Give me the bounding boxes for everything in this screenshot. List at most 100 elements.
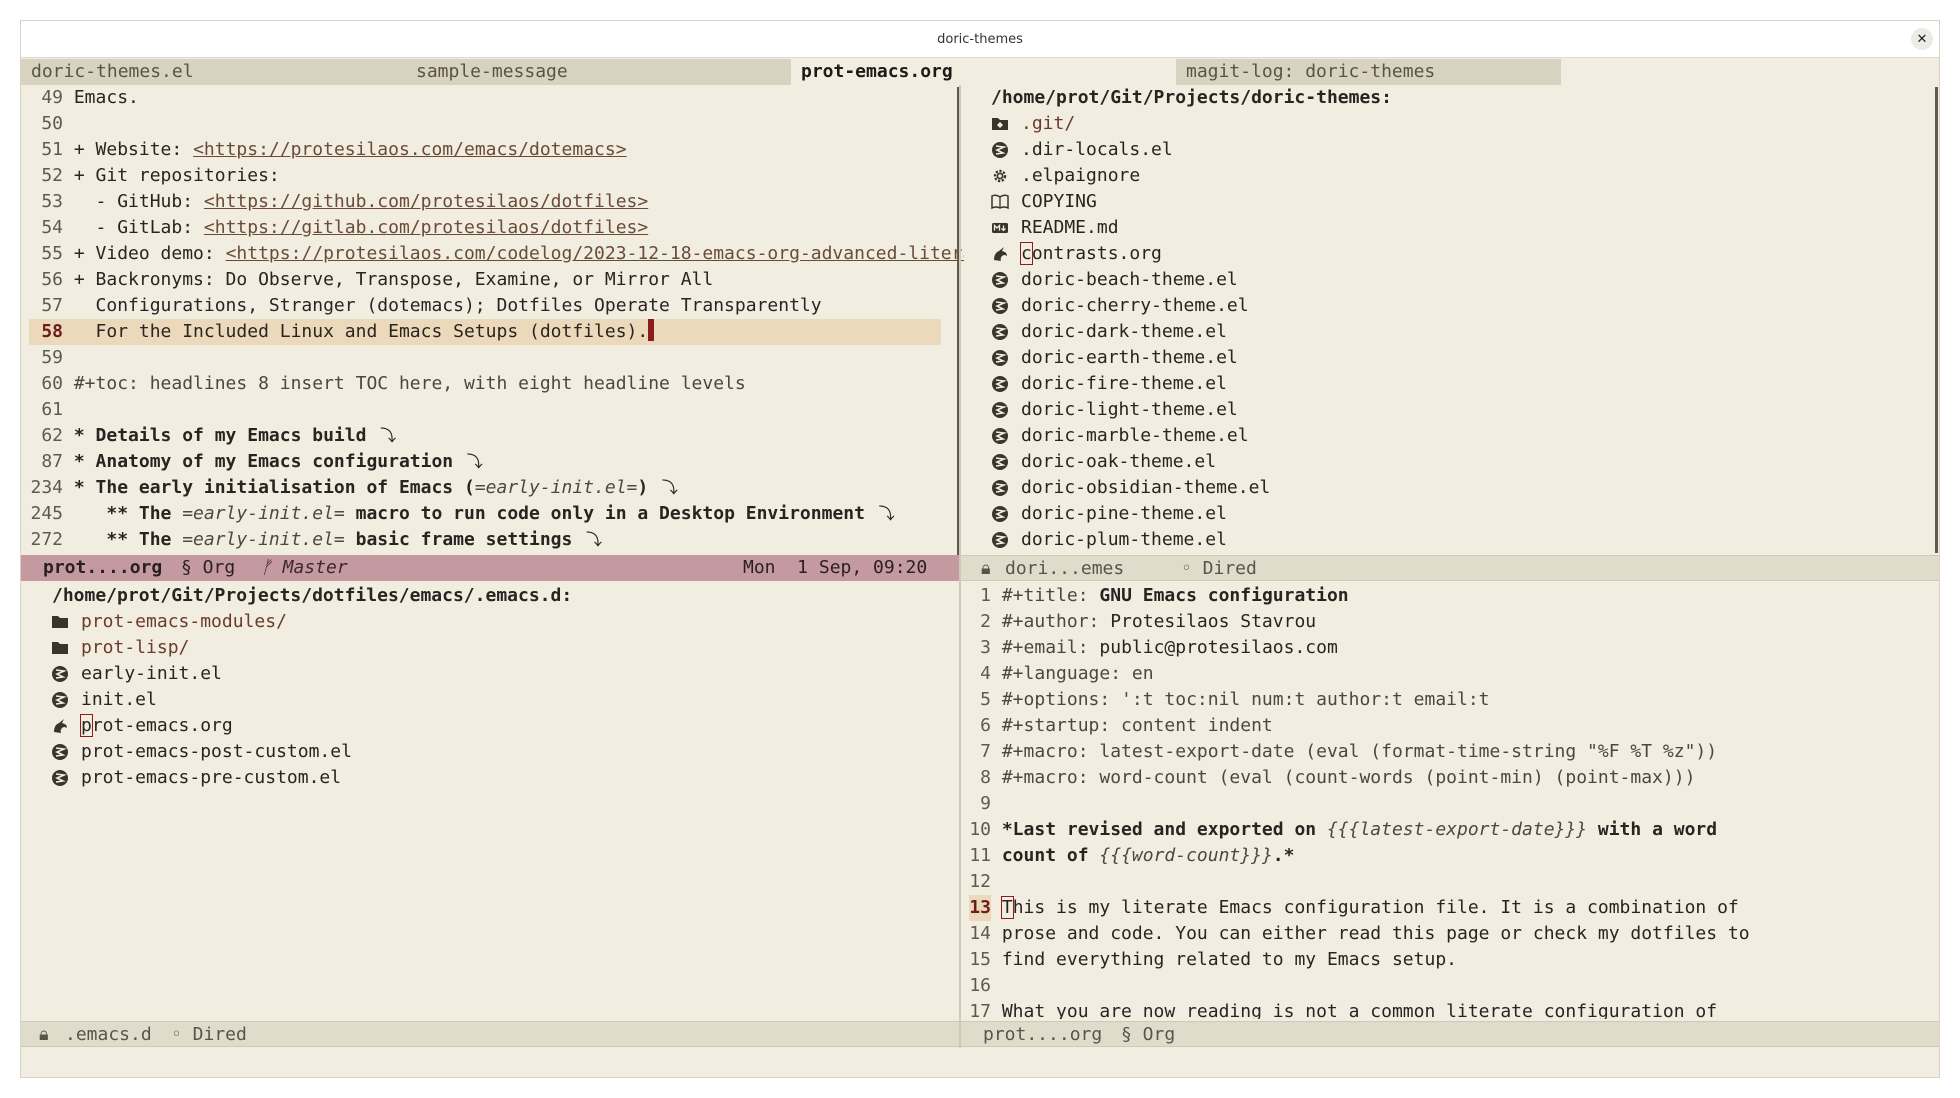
tab-prot-emacs-org[interactable]: prot-emacs.org — [791, 59, 1176, 85]
directory-name[interactable]: .git/ — [1021, 111, 1075, 137]
buffer-line[interactable]: 50 — [29, 111, 964, 137]
dired-entry[interactable]: init.el — [49, 687, 954, 713]
org-link[interactable]: <https://protesilaos.com/codelog/2023-12… — [226, 243, 964, 264]
buffer-line[interactable]: 51 + Website: <https://protesilaos.com/e… — [29, 137, 964, 163]
file-name[interactable]: prot-emacs-post-custom.el — [81, 739, 352, 765]
file-name[interactable]: .dir-locals.el — [1021, 137, 1173, 163]
dired-entry[interactable]: doric-oak-theme.el — [991, 449, 1931, 475]
org-link[interactable]: <https://github.com/protesilaos/dotfiles… — [204, 191, 648, 212]
buffer-line[interactable]: 14 prose and code. You can either read t… — [969, 921, 1929, 947]
buffer-line[interactable]: 11 count of {{{word-count}}}.* — [969, 843, 1929, 869]
buffer-line[interactable]: 61 — [29, 397, 964, 423]
dired-entry[interactable]: README.md — [991, 215, 1931, 241]
file-name[interactable]: doric-oak-theme.el — [1021, 449, 1216, 475]
file-name[interactable]: doric-dark-theme.el — [1021, 319, 1227, 345]
dired-entry[interactable]: doric-marble-theme.el — [991, 423, 1931, 449]
buffer-line[interactable]: 2 #+author: Protesilaos Stavrou — [969, 609, 1929, 635]
directory-name[interactable]: prot-emacs-modules/ — [81, 609, 287, 635]
buffer-line[interactable]: 60 #+toc: headlines 8 insert TOC here, w… — [29, 371, 964, 397]
dired-entry[interactable]: doric-cherry-theme.el — [991, 293, 1931, 319]
buffer-line[interactable]: 87 * Anatomy of my Emacs configuration ⤵ — [29, 449, 964, 475]
tab-doric-themes-el[interactable]: doric-themes.el — [21, 59, 406, 85]
buffer-line[interactable]: 54 - GitLab: <https://gitlab.com/protesi… — [29, 215, 964, 241]
modeline-bottom-right[interactable]: prot....org § Org — [961, 1021, 1939, 1047]
dired-entry[interactable]: .elpaignore — [991, 163, 1931, 189]
buffer-line[interactable]: 234 * The early initialisation of Emacs … — [29, 475, 964, 501]
directory-name[interactable]: prot-lisp/ — [81, 635, 189, 661]
file-name[interactable]: doric-obsidian-theme.el — [1021, 475, 1270, 501]
buffer-line[interactable]: 56 + Backronyms: Do Observe, Transpose, … — [29, 267, 964, 293]
file-name[interactable]: prot-emacs.org — [80, 713, 233, 739]
buffer-line[interactable]: 12 — [969, 869, 1929, 895]
buffer-line[interactable]: 6 #+startup: content indent — [969, 713, 1929, 739]
file-name[interactable]: .elpaignore — [1021, 163, 1140, 189]
dired-entry[interactable]: prot-emacs-post-custom.el — [49, 739, 954, 765]
modeline-top-right[interactable]: 🔒︎ dori...emes ◦ Dired — [961, 555, 1939, 581]
buffer-line[interactable]: 8 #+macro: word-count (eval (count-words… — [969, 765, 1929, 791]
dired-entry[interactable]: prot-emacs-pre-custom.el — [49, 765, 954, 791]
file-name[interactable]: doric-plum-theme.el — [1021, 527, 1227, 553]
dired-entry[interactable]: .dir-locals.el — [991, 137, 1931, 163]
file-name[interactable]: doric-beach-theme.el — [1021, 267, 1238, 293]
buffer-line[interactable]: 10 *Last revised and exported on {{{late… — [969, 817, 1929, 843]
buffer-line[interactable]: 49 Emacs. — [29, 85, 964, 111]
scrollbar-top-right[interactable] — [1935, 87, 1938, 553]
buffer-line[interactable]: 62 * Details of my Emacs build ⤵ — [29, 423, 964, 449]
file-name[interactable]: doric-earth-theme.el — [1021, 345, 1238, 371]
buffer-line[interactable]: 272 ** The =early-init.el= basic frame s… — [29, 527, 964, 553]
file-name[interactable]: early-init.el — [81, 661, 222, 687]
dired-buffer-bottom-left[interactable]: /home/prot/Git/Projects/dotfiles/emacs/.… — [49, 583, 954, 1043]
dired-entry[interactable]: prot-emacs.org — [49, 713, 954, 739]
tab-magit-log[interactable]: magit-log: doric-themes — [1176, 59, 1561, 85]
dired-entry[interactable]: doric-earth-theme.el — [991, 345, 1931, 371]
buffer-line[interactable]: 57 Configurations, Stranger (dotemacs); … — [29, 293, 964, 319]
modeline-top-left[interactable]: prot....org § Org ᚠ Master Mon 1 Sep, 09… — [21, 555, 959, 581]
file-name[interactable]: contrasts.org — [1020, 241, 1162, 267]
tab-sample-message[interactable]: sample-message — [406, 59, 791, 85]
dired-entry[interactable]: early-init.el — [49, 661, 954, 687]
buffer-line[interactable]: 58 For the Included Linux and Emacs Setu… — [29, 319, 941, 345]
buffer-line[interactable]: 52 + Git repositories: — [29, 163, 964, 189]
buffer-line[interactable]: 53 - GitHub: <https://github.com/protesi… — [29, 189, 964, 215]
buffer-line[interactable]: 59 — [29, 345, 964, 371]
file-name[interactable]: doric-fire-theme.el — [1021, 371, 1227, 397]
buffer-line[interactable]: 7 #+macro: latest-export-date (eval (for… — [969, 739, 1929, 765]
buffer-line[interactable]: 5 #+options: ':t toc:nil num:t author:t … — [969, 687, 1929, 713]
modeline-bottom-left[interactable]: 🔒︎ .emacs.d ◦ Dired — [21, 1021, 959, 1047]
buffer-line[interactable]: 3 #+email: public@protesilaos.com — [969, 635, 1929, 661]
buffer-line[interactable]: 16 — [969, 973, 1929, 999]
dired-buffer-top-right[interactable]: /home/prot/Git/Projects/doric-themes: .gi… — [991, 85, 1931, 553]
buffer-line[interactable]: 4 #+language: en — [969, 661, 1929, 687]
file-name[interactable]: doric-pine-theme.el — [1021, 501, 1227, 527]
file-name[interactable]: README.md — [1021, 215, 1119, 241]
dired-entry[interactable]: doric-plum-theme.el — [991, 527, 1931, 553]
dired-entry[interactable]: doric-beach-theme.el — [991, 267, 1931, 293]
dired-entry[interactable]: doric-dark-theme.el — [991, 319, 1931, 345]
file-name[interactable]: COPYING — [1021, 189, 1097, 215]
buffer-line[interactable]: 245 ** The =early-init.el= macro to run … — [29, 501, 964, 527]
file-name[interactable]: doric-light-theme.el — [1021, 397, 1238, 423]
buffer-line[interactable]: 15 find everything related to my Emacs s… — [969, 947, 1929, 973]
dired-entry[interactable]: doric-light-theme.el — [991, 397, 1931, 423]
file-name[interactable]: init.el — [81, 687, 157, 713]
buffer-line[interactable]: 13 This is my literate Emacs configurati… — [969, 895, 1929, 921]
org-buffer-bottom-right[interactable]: 1 #+title: GNU Emacs configuration 2 #+au… — [969, 583, 1929, 1019]
dired-entry[interactable]: COPYING — [991, 189, 1931, 215]
org-buffer-top-left[interactable]: 49 Emacs. 50 51 + Website: <https://prote… — [29, 85, 964, 553]
dired-entry[interactable]: prot-emacs-modules/ — [49, 609, 954, 635]
dired-entry[interactable]: contrasts.org — [991, 241, 1931, 267]
org-link[interactable]: <https://gitlab.com/protesilaos/dotfiles… — [204, 217, 648, 238]
org-link[interactable]: <https://protesilaos.com/emacs/dotemacs> — [193, 139, 626, 160]
echo-area[interactable] — [21, 1049, 1939, 1077]
dired-entry[interactable]: .git/ — [991, 111, 1931, 137]
close-button[interactable]: ✕ — [1911, 28, 1933, 50]
file-name[interactable]: doric-cherry-theme.el — [1021, 293, 1249, 319]
dired-entry[interactable]: doric-pine-theme.el — [991, 501, 1931, 527]
dired-entry[interactable]: doric-obsidian-theme.el — [991, 475, 1931, 501]
dired-entry[interactable]: prot-lisp/ — [49, 635, 954, 661]
buffer-line[interactable]: 17 What you are now reading is not a com… — [969, 999, 1929, 1019]
dired-entry[interactable]: doric-fire-theme.el — [991, 371, 1931, 397]
file-name[interactable]: doric-marble-theme.el — [1021, 423, 1249, 449]
buffer-line[interactable]: 55 + Video demo: <https://protesilaos.co… — [29, 241, 964, 267]
file-name[interactable]: prot-emacs-pre-custom.el — [81, 765, 341, 791]
